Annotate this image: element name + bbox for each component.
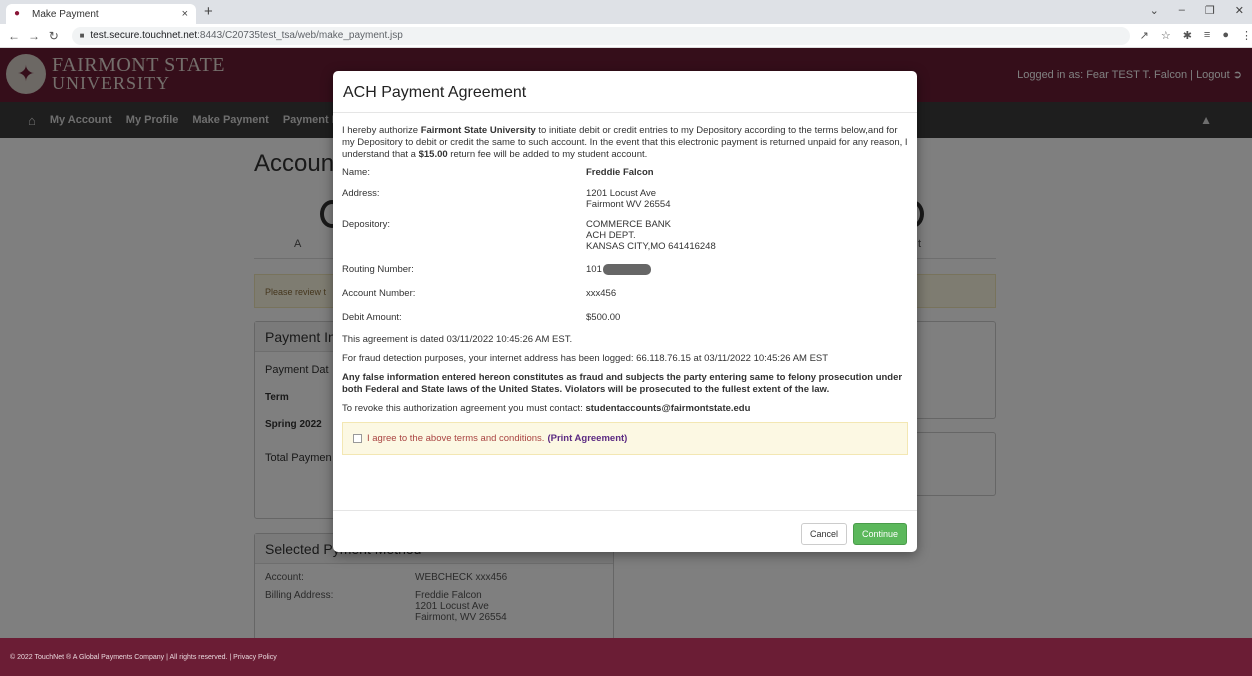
address-bar-row: ← → ↻ ■ test.secure.touchnet.net :8443/C… [0,24,1252,48]
agreement-date: This agreement is dated 03/11/2022 10:45… [342,334,573,346]
agree-checkbox[interactable] [353,434,362,444]
reading-list-icon[interactable]: ≡ [1204,29,1210,42]
new-tab-button[interactable]: + [204,3,213,20]
account-row: Account Number: xxx456 [342,288,617,300]
bookmark-star-icon[interactable]: ☆ [1161,29,1171,42]
debit-row: Debit Amount: $500.00 [342,312,621,324]
reload-icon[interactable]: ↻ [48,29,60,43]
fraud-notice: For fraud detection purposes, your inter… [342,353,829,365]
name-row: Name: Freddie Falcon [342,167,654,178]
address-row: Address: 1201 Locust Ave Fairmont WV 2655… [342,188,671,210]
window-close-icon[interactable]: ✕ [1235,4,1244,17]
print-agreement-link[interactable]: (Print Agreement) [547,433,627,445]
modal-title: ACH Payment Agreement [333,71,917,113]
footer-text: © 2022 TouchNet ® A Global Payments Comp… [10,654,277,661]
menu-kebab-icon[interactable]: ⋮ [1241,29,1252,42]
legal-warning: Any false information entered hereon con… [342,372,903,396]
tab-search-icon[interactable]: ⌄ [1150,4,1159,17]
agree-box: I agree to the above terms and condition… [342,422,908,456]
forward-arrow-icon[interactable]: → [28,29,40,43]
depository-row: Depository: COMMERCE BANK ACH DEPT. KANSAS… [342,219,716,252]
cancel-button[interactable]: Cancel [800,523,847,545]
ach-agreement-modal: ACH Payment Agreement I hereby authorize… [333,71,917,552]
routing-row: Routing Number: 101 [342,264,908,276]
tab-title: Make Payment [32,8,99,20]
profile-icon[interactable]: ● [1222,29,1229,42]
modal-body: I hereby authorize Fairmont State Univer… [333,113,917,456]
browser-tab[interactable]: ● Make Payment × [6,4,196,24]
window-controls: ⌄ – ❐ ✕ [1150,4,1244,17]
restore-icon[interactable]: ❐ [1205,4,1215,17]
agree-label[interactable]: I agree to the above terms and condition… [367,433,544,445]
url-host: test.secure.touchnet.net [90,30,198,41]
url-field[interactable]: ■ test.secure.touchnet.net :8443/C20735t… [71,26,1130,45]
continue-button[interactable]: Continue [852,523,907,545]
redacted-block [602,264,651,275]
modal-footer: Cancel Continue [333,510,917,552]
tab-close-icon[interactable]: × [182,8,188,20]
lock-icon[interactable]: ■ [80,31,85,40]
site-footer: © 2022 TouchNet ® A Global Payments Comp… [0,638,1252,676]
revoke-notice: To revoke this authorization agreement y… [342,403,751,415]
site-favicon-icon: ● [14,8,21,19]
url-path: :8443/C20735test_tsa/web/make_payment.js… [197,30,403,41]
extensions-icon[interactable]: ✱ [1183,29,1192,42]
minimize-icon[interactable]: – [1179,4,1185,17]
toolbar-icons: ↗ ☆ ✱ ≡ ● ⋮ [1140,29,1252,42]
contact-email: studentaccounts@fairmontstate.edu [585,403,751,415]
browser-tabbar: ● Make Payment × + ⌄ – ❐ ✕ [0,0,1252,24]
agreement-intro: I hereby authorize Fairmont State Univer… [342,125,908,160]
back-arrow-icon[interactable]: ← [8,29,20,43]
share-icon[interactable]: ↗ [1140,29,1149,42]
